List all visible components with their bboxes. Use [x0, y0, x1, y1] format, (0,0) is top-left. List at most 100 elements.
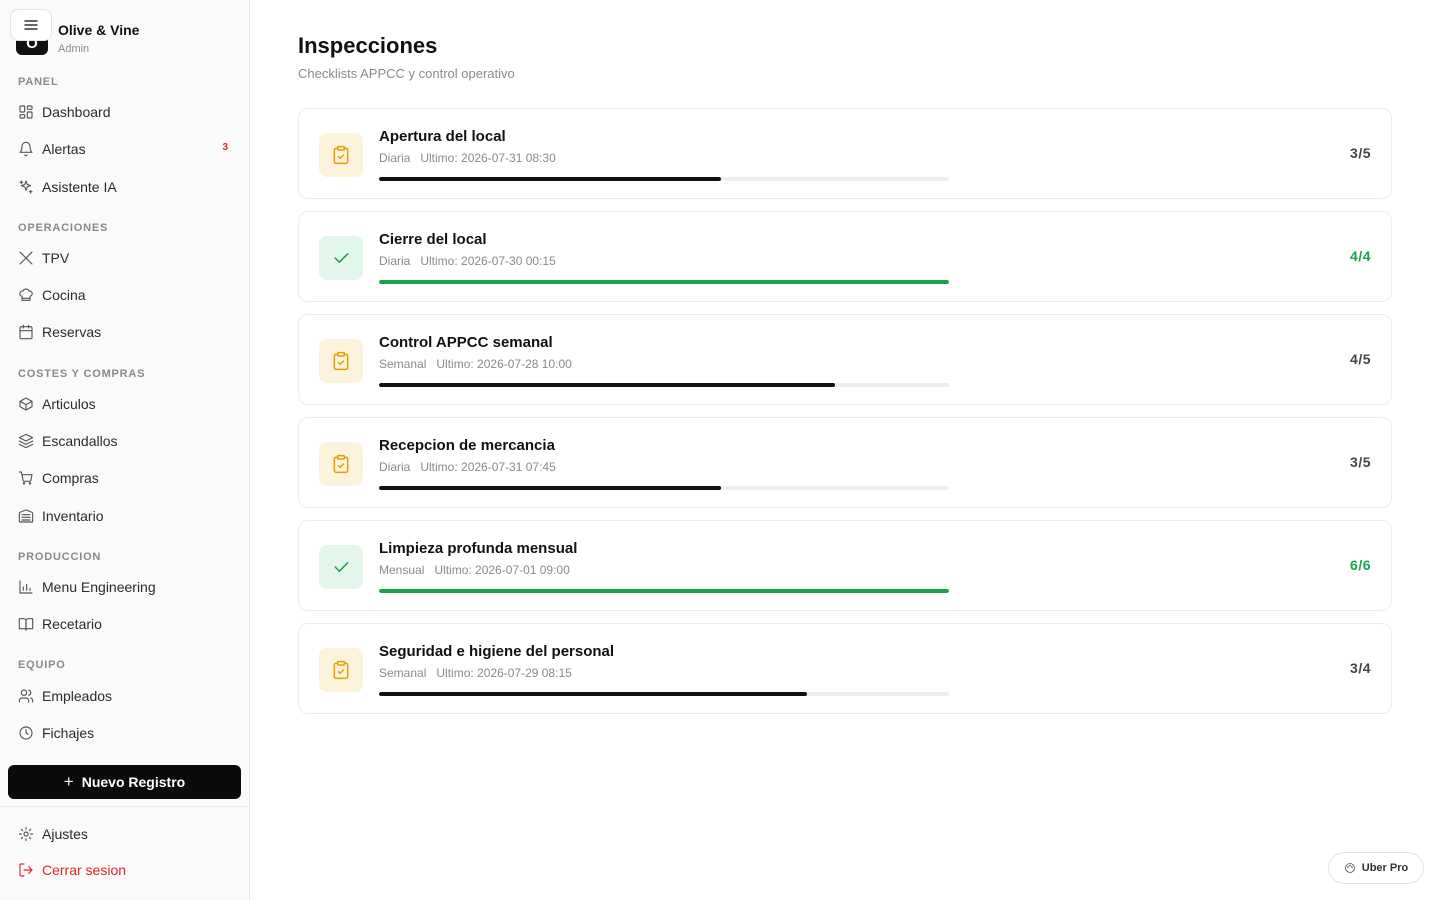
progress-bar [379, 177, 949, 181]
sidebar-item-menu-engineering[interactable]: Menu Engineering [8, 571, 242, 603]
clipboard-check-icon [319, 339, 363, 383]
sidebar: O Olive & Vine Admin PANEL Dashboard Alert… [0, 0, 250, 900]
inspection-last-date: Ultimo: 2026-07-01 09:00 [434, 563, 570, 577]
progress-fill [379, 383, 835, 387]
sidebar-item-compras[interactable]: Compras [8, 462, 242, 494]
sidebar-item-label: Inventario [42, 508, 104, 524]
logout-button[interactable]: Cerrar sesion [8, 854, 242, 886]
inspection-meta: Semanal Ultimo: 2026-07-28 10:00 [379, 357, 572, 371]
warehouse-icon [18, 508, 34, 524]
sidebar-item-label: Ajustes [42, 826, 88, 842]
layers-icon [18, 433, 34, 449]
inspection-card[interactable]: Seguridad e higiene del personal Semanal U… [298, 623, 1392, 714]
gear-icon [18, 826, 34, 842]
inspection-frequency: Semanal [379, 357, 427, 371]
sidebar-item-reservas[interactable]: Reservas [8, 316, 242, 348]
progress-bar [379, 692, 949, 696]
sidebar-divider [0, 806, 249, 807]
section-label: COSTES Y COMPRAS [18, 368, 146, 380]
inspection-title: Cierre del local [379, 231, 487, 248]
uber-pro-badge[interactable]: Uber Pro [1328, 852, 1424, 884]
inspection-card[interactable]: Limpieza profunda mensual Mensual Ultimo: … [298, 520, 1392, 611]
inspection-card[interactable]: Control APPCC semanal Semanal Ultimo: 2026… [298, 314, 1392, 405]
calendar-icon [18, 324, 34, 340]
sidebar-item-recetario[interactable]: Recetario [8, 608, 242, 640]
dashboard-icon [18, 104, 34, 120]
inspection-last-date: Ultimo: 2026-07-30 00:15 [420, 254, 556, 268]
palette-icon [1344, 863, 1355, 873]
inspection-frequency: Mensual [379, 563, 425, 577]
sidebar-item-tpv[interactable]: TPV [8, 242, 242, 274]
sidebar-item-asistente-ia[interactable]: Asistente IA [8, 171, 242, 203]
sidebar-item-label: Empleados [42, 688, 113, 704]
inspection-card[interactable]: Apertura del local Diaria Ultimo: 2026-07-… [298, 108, 1392, 199]
sidebar-item-label: TPV [42, 250, 70, 266]
progress-bar [379, 383, 949, 387]
inspection-meta: Diaria Ultimo: 2026-07-31 07:45 [379, 460, 556, 474]
progress-fill [379, 486, 721, 490]
inspection-last-date: Ultimo: 2026-07-31 07:45 [420, 460, 556, 474]
inspection-title: Apertura del local [379, 128, 506, 145]
cart-icon [18, 470, 34, 486]
inspection-frequency: Diaria [379, 151, 411, 165]
sidebar-item-label: Articulos [42, 396, 96, 412]
sidebar-item-articulos[interactable]: Articulos [8, 388, 242, 420]
section-label: PRODUCCION [18, 551, 102, 563]
inspection-count: 4/5 [1350, 351, 1371, 367]
progress-fill [379, 692, 807, 696]
inspection-count: 3/5 [1350, 145, 1371, 161]
bar-chart-icon [18, 579, 34, 595]
inspection-count: 4/4 [1350, 248, 1371, 264]
sidebar-item-label: Cocina [42, 287, 86, 303]
inspection-meta: Semanal Ultimo: 2026-07-29 08:15 [379, 666, 572, 680]
sidebar-item-inventario[interactable]: Inventario [8, 500, 242, 532]
page-subtitle: Checklists APPCC y control operativo [298, 66, 515, 81]
alert-count-badge: 3 [222, 142, 228, 153]
sidebar-item-label: Menu Engineering [42, 579, 156, 595]
hamburger-icon [24, 20, 38, 30]
section-label: OPERACIONES [18, 222, 109, 234]
sidebar-item-alertas[interactable]: Alertas 3 [8, 133, 242, 165]
sidebar-item-label: Dashboard [42, 104, 111, 120]
inspection-count: 3/4 [1350, 660, 1371, 676]
sidebar-item-ajustes[interactable]: Ajustes [8, 818, 242, 850]
bell-icon [18, 141, 34, 157]
progress-fill [379, 280, 949, 284]
sidebar-item-label: Alertas [42, 141, 86, 157]
progress-bar [379, 589, 949, 593]
sidebar-item-label: Asistente IA [42, 179, 117, 195]
inspection-title: Control APPCC semanal [379, 334, 553, 351]
check-icon [319, 545, 363, 589]
book-icon [18, 616, 34, 632]
inspection-count: 6/6 [1350, 557, 1371, 573]
sidebar-item-label: Escandallos [42, 433, 118, 449]
clock-icon [18, 725, 34, 741]
progress-bar [379, 280, 949, 284]
uber-pro-label: Uber Pro [1361, 862, 1409, 874]
progress-bar [379, 486, 949, 490]
inspection-last-date: Ultimo: 2026-07-28 10:00 [436, 357, 572, 371]
inspection-frequency: Diaria [379, 460, 411, 474]
inspection-meta: Mensual Ultimo: 2026-07-01 09:00 [379, 563, 570, 577]
inspection-card[interactable]: Recepcion de mercancia Diaria Ultimo: 2026… [298, 417, 1392, 508]
section-label: EQUIPO [18, 659, 66, 671]
sidebar-item-dashboard[interactable]: Dashboard [8, 96, 242, 128]
inspection-last-date: Ultimo: 2026-07-31 08:30 [420, 151, 556, 165]
sidebar-item-fichajes[interactable]: Fichajes [8, 717, 242, 749]
menu-toggle-button[interactable] [10, 9, 52, 41]
section-label: PANEL [18, 76, 59, 88]
new-record-label: Nuevo Registro [81, 774, 186, 790]
sidebar-item-label: Reservas [42, 324, 102, 340]
inspection-card[interactable]: Cierre del local Diaria Ultimo: 2026-07-30… [298, 211, 1392, 302]
progress-fill [379, 589, 949, 593]
inspection-last-date: Ultimo: 2026-07-29 08:15 [436, 666, 572, 680]
clipboard-check-icon [319, 133, 363, 177]
users-icon [18, 688, 34, 704]
sidebar-item-escandallos[interactable]: Escandallos [8, 425, 242, 457]
sidebar-item-empleados[interactable]: Empleados [8, 680, 242, 712]
logout-icon [18, 862, 34, 878]
sidebar-item-cocina[interactable]: Cocina [8, 279, 242, 311]
new-record-button[interactable]: + Nuevo Registro [8, 765, 241, 799]
sidebar-item-label: Compras [42, 470, 99, 486]
inspection-meta: Diaria Ultimo: 2026-07-30 00:15 [379, 254, 556, 268]
